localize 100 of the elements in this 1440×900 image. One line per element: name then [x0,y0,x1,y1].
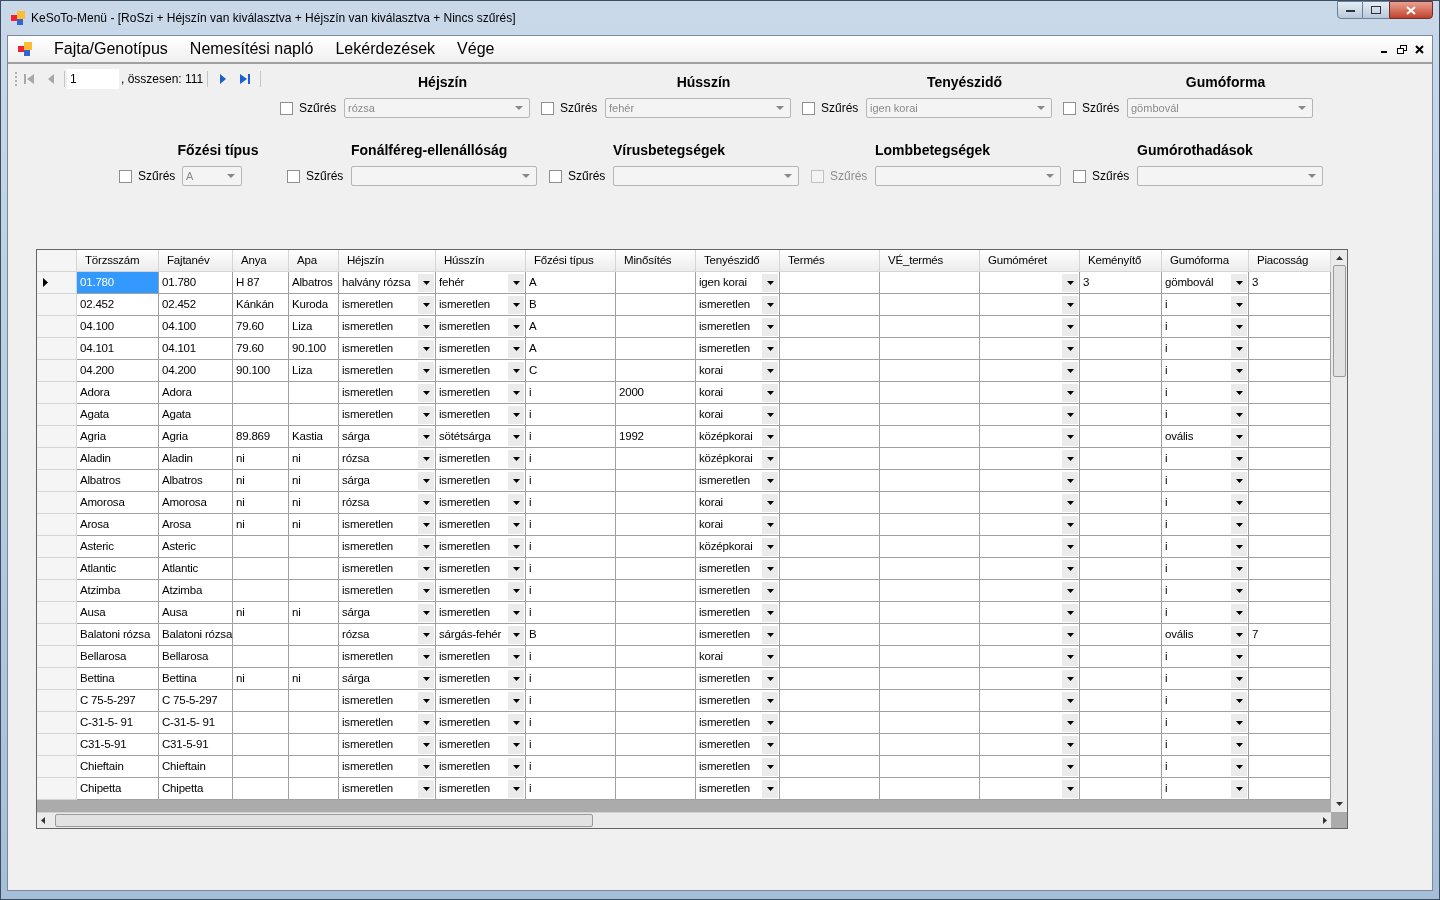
column-header[interactable]: VÉ_termés [880,250,980,272]
dropdown-cell[interactable]: i [1162,734,1249,756]
dropdown-cell[interactable]: ismeretlen [339,536,436,558]
dropdown-cell[interactable]: ismeretlen [696,734,780,756]
dropdown-cell[interactable]: ismeretlen [436,448,526,470]
filter-dropdown[interactable] [613,166,799,186]
dropdown-cell[interactable] [980,448,1080,470]
dropdown-cell[interactable]: ismeretlen [696,756,780,778]
dropdown-cell[interactable]: ismeretlen [339,580,436,602]
dropdown-cell[interactable]: i [1162,316,1249,338]
filter-checkbox[interactable] [287,169,300,183]
dropdown-cell[interactable]: ismeretlen [339,756,436,778]
dropdown-cell[interactable]: ismeretlen [436,558,526,580]
filter-checkbox[interactable] [119,169,132,183]
dropdown-cell[interactable]: ismeretlen [339,778,436,800]
dropdown-cell[interactable]: ovális [1162,624,1249,646]
dropdown-cell[interactable] [980,426,1080,448]
dropdown-cell[interactable]: korai [696,492,780,514]
column-header[interactable]: Gumóforma [1162,250,1249,272]
dropdown-cell[interactable] [980,778,1080,800]
dropdown-cell[interactable]: ismeretlen [339,338,436,360]
dropdown-cell[interactable]: ismeretlen [436,338,526,360]
dropdown-cell[interactable]: ismeretlen [339,294,436,316]
dropdown-cell[interactable]: korai [696,382,780,404]
column-header[interactable]: Törzsszám [77,250,159,272]
column-header[interactable]: Gumóméret [980,250,1080,272]
menu-item[interactable]: Fajta/Genotípus [46,37,176,61]
menu-item[interactable]: Nemesítési napló [181,37,322,61]
column-header[interactable]: Tenyészidő [696,250,780,272]
dropdown-cell[interactable]: sárga [339,470,436,492]
dropdown-cell[interactable]: i [1162,514,1249,536]
filter-dropdown[interactable] [1137,166,1323,186]
vertical-scrollbar[interactable] [1331,250,1347,812]
dropdown-cell[interactable]: i [1162,756,1249,778]
dropdown-cell[interactable] [980,360,1080,382]
dropdown-cell[interactable]: ismeretlen [436,778,526,800]
dropdown-cell[interactable]: gömbovál [1162,272,1249,294]
dropdown-cell[interactable]: ismeretlen [339,360,436,382]
dropdown-cell[interactable]: ismeretlen [436,382,526,404]
column-header[interactable]: Anya [233,250,289,272]
column-header[interactable]: Termés [780,250,880,272]
dropdown-cell[interactable]: korai [696,514,780,536]
dropdown-cell[interactable]: ismeretlen [436,404,526,426]
dropdown-cell[interactable]: ismeretlen [696,580,780,602]
dropdown-cell[interactable]: ismeretlen [436,514,526,536]
dropdown-cell[interactable] [980,558,1080,580]
maximize-button[interactable] [1363,1,1389,19]
dropdown-cell[interactable]: ismeretlen [436,492,526,514]
scroll-down-icon[interactable] [1335,802,1343,806]
dropdown-cell[interactable]: ismeretlen [436,756,526,778]
column-header[interactable]: Minősítés [616,250,696,272]
dropdown-cell[interactable]: i [1162,778,1249,800]
dropdown-cell[interactable]: i [1162,558,1249,580]
dropdown-cell[interactable]: ismeretlen [436,668,526,690]
dropdown-cell[interactable]: ismeretlen [696,778,780,800]
close-icon[interactable] [1415,44,1424,54]
dropdown-cell[interactable]: ismeretlen [339,404,436,426]
dropdown-cell[interactable]: ismeretlen [696,624,780,646]
minimize-button[interactable] [1337,1,1363,19]
dropdown-cell[interactable]: i [1162,360,1249,382]
dropdown-cell[interactable]: rózsa [339,448,436,470]
dropdown-cell[interactable]: ismeretlen [436,646,526,668]
dropdown-cell[interactable] [980,712,1080,734]
dropdown-cell[interactable] [980,668,1080,690]
dropdown-cell[interactable]: ismeretlen [436,690,526,712]
filter-dropdown[interactable] [875,166,1061,186]
dropdown-cell[interactable]: középkorai [696,426,780,448]
dropdown-cell[interactable]: ismeretlen [436,316,526,338]
dropdown-cell[interactable]: i [1162,580,1249,602]
dropdown-cell[interactable]: i [1162,536,1249,558]
dropdown-cell[interactable]: középkorai [696,536,780,558]
dropdown-cell[interactable]: i [1162,382,1249,404]
dropdown-cell[interactable] [980,382,1080,404]
dropdown-cell[interactable]: i [1162,668,1249,690]
filter-checkbox[interactable] [1073,169,1086,183]
dropdown-cell[interactable]: ismeretlen [436,734,526,756]
dropdown-cell[interactable] [980,624,1080,646]
position-field[interactable]: 1 [67,69,119,89]
dropdown-cell[interactable]: korai [696,360,780,382]
column-header[interactable]: Apa [289,250,339,272]
dropdown-cell[interactable]: ismeretlen [339,382,436,404]
dropdown-cell[interactable] [980,602,1080,624]
dropdown-cell[interactable]: középkorai [696,448,780,470]
dropdown-cell[interactable]: sárgás-fehér [436,624,526,646]
dropdown-cell[interactable]: i [1162,602,1249,624]
dropdown-cell[interactable]: ovális [1162,426,1249,448]
dropdown-cell[interactable]: ismeretlen [696,668,780,690]
dropdown-cell[interactable] [980,514,1080,536]
dropdown-cell[interactable]: ismeretlen [696,602,780,624]
dropdown-cell[interactable]: ismeretlen [696,712,780,734]
dropdown-cell[interactable]: i [1162,646,1249,668]
dropdown-cell[interactable]: rózsa [339,492,436,514]
filter-checkbox[interactable] [802,101,815,115]
dropdown-cell[interactable]: i [1162,448,1249,470]
dropdown-cell[interactable]: sárga [339,426,436,448]
dropdown-cell[interactable]: ismeretlen [696,690,780,712]
scrollbar-thumb[interactable] [55,814,593,827]
dropdown-cell[interactable] [980,470,1080,492]
filter-dropdown[interactable] [351,166,537,186]
dropdown-cell[interactable] [980,294,1080,316]
